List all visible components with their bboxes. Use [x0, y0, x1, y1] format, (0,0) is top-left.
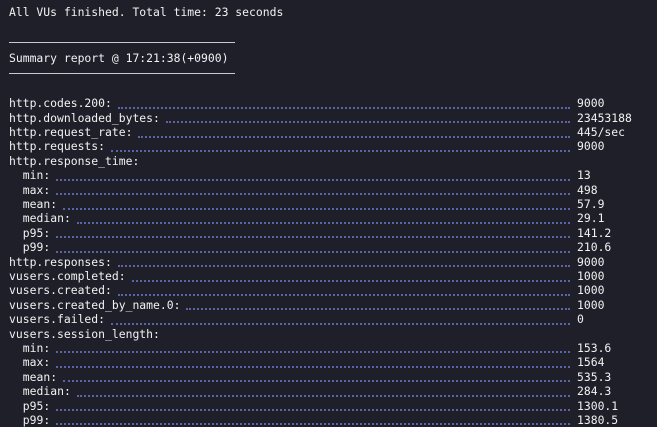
metric-value: 29.1 — [577, 211, 605, 226]
metric-row: min: 153.6 — [9, 341, 657, 355]
metric-row: http.requests: 9000 — [9, 139, 657, 153]
metric-value: 57.9 — [577, 197, 605, 212]
metric-value: 13 — [577, 168, 591, 183]
dot-leader — [63, 207, 570, 210]
metric-row: vusers.failed: 0 — [9, 312, 657, 326]
metric-value: 9000 — [577, 139, 605, 154]
metric-row: max: 498 — [9, 182, 657, 197]
dot-leader — [76, 221, 570, 224]
metric-row: vusers.created_by_name.0: 1000 — [9, 298, 657, 312]
dot-leader — [56, 422, 570, 426]
metric-value: 284.3 — [577, 384, 612, 399]
metric-label: vusers.created_by_name.0: — [9, 297, 181, 312]
dot-leader — [56, 178, 570, 181]
metric-label: max: — [22, 182, 51, 197]
metric-value: 141.2 — [577, 225, 612, 240]
metric-label: min: — [22, 168, 51, 183]
metric-label: min: — [22, 340, 51, 355]
metric-row: vusers.completed: 1000 — [9, 269, 657, 283]
dot-leader — [56, 350, 570, 354]
metric-value: 9000 — [577, 96, 605, 111]
metric-row: p99: 210.6 — [9, 240, 657, 254]
metric-value: 1000 — [577, 269, 605, 283]
summary-title: Summary report @ 17:21:38(+0900) — [9, 50, 229, 65]
metric-value: 1000 — [577, 283, 605, 298]
metric-row: http.request_rate: 445/sec — [9, 125, 657, 139]
metric-label: http.codes.200: — [9, 96, 112, 111]
dot-leader — [117, 264, 570, 268]
metric-value: 445/sec — [577, 125, 626, 140]
metric-label: median: — [22, 384, 71, 399]
metric-label: max: — [22, 355, 51, 370]
top-rule-line — [9, 35, 657, 50]
metric-row: mean: 57.9 — [9, 197, 657, 211]
metric-label: mean: — [22, 369, 58, 384]
dot-leader — [117, 106, 570, 109]
metric-row: http.responses: 9000 — [9, 254, 657, 269]
metric-label: mean: — [22, 197, 58, 212]
metric-label: p99: — [22, 412, 51, 427]
metric-row: http.downloaded_bytes: 23453188 — [9, 111, 657, 125]
dot-leader — [56, 365, 570, 368]
metric-value: 1564 — [577, 355, 605, 370]
metric-row: median: 29.1 — [9, 211, 657, 225]
dot-leader — [117, 293, 570, 296]
dot-leader — [56, 192, 570, 196]
metric-label: p99: — [22, 240, 51, 255]
metric-label: vusers.session_length: — [9, 326, 160, 341]
terminal-output: All VUs finished. Total time: 23 seconds… — [9, 5, 657, 427]
metric-value: 1000 — [577, 297, 605, 312]
metric-value: 23453188 — [577, 110, 632, 125]
metric-label: http.downloaded_bytes: — [9, 110, 160, 125]
metric-row: mean: 535.3 — [9, 370, 657, 384]
metric-label: http.request_rate: — [9, 125, 133, 140]
metric-label: vusers.created: — [9, 283, 112, 298]
finished-message: All VUs finished. Total time: 23 seconds — [9, 5, 284, 19]
metric-value: 498 — [577, 182, 598, 197]
metric-label: vusers.completed: — [9, 269, 126, 283]
metric-row: http.codes.200: 9000 — [9, 96, 657, 110]
metric-value: 153.6 — [577, 340, 612, 355]
dot-leader — [111, 149, 570, 152]
top-rule — [9, 42, 235, 44]
metric-row: vusers.created: 1000 — [9, 283, 657, 297]
metric-label: median: — [22, 211, 71, 226]
metric-value: 0 — [577, 312, 584, 327]
dot-leader — [186, 307, 570, 311]
metric-value: 1380.5 — [577, 412, 619, 427]
metric-row: min: 13 — [9, 168, 657, 182]
metric-row: p99: 1380.5 — [9, 413, 657, 427]
metric-label: p95: — [22, 398, 51, 413]
metric-label: http.response_time: — [9, 153, 140, 168]
metric-value: 210.6 — [577, 240, 612, 255]
bottom-rule-line — [9, 66, 657, 81]
metric-label: http.responses: — [9, 254, 112, 269]
metric-value: 1300.1 — [577, 398, 619, 413]
dot-leader — [111, 322, 570, 325]
metric-row: p95: 141.2 — [9, 226, 657, 240]
bottom-rule — [9, 72, 235, 74]
metrics-list: http.codes.200: 9000 http.downloaded_bytes… — [9, 96, 657, 427]
dot-leader — [76, 394, 570, 397]
metric-row: http.response_time: — [9, 154, 657, 168]
dot-leader — [56, 250, 570, 253]
dot-leader — [131, 279, 570, 282]
metric-row: max: 1564 — [9, 355, 657, 369]
dot-leader — [56, 235, 570, 239]
metric-row: median: 284.3 — [9, 384, 657, 398]
metric-value: 9000 — [577, 254, 605, 269]
metric-label: p95: — [22, 225, 51, 240]
dot-leader — [63, 379, 570, 383]
dot-leader — [138, 135, 570, 138]
metric-label: vusers.failed: — [9, 312, 106, 327]
metric-row: vusers.session_length: — [9, 326, 657, 341]
metric-label: http.requests: — [9, 139, 106, 154]
metric-value: 535.3 — [577, 369, 612, 384]
dot-leader — [165, 120, 570, 124]
